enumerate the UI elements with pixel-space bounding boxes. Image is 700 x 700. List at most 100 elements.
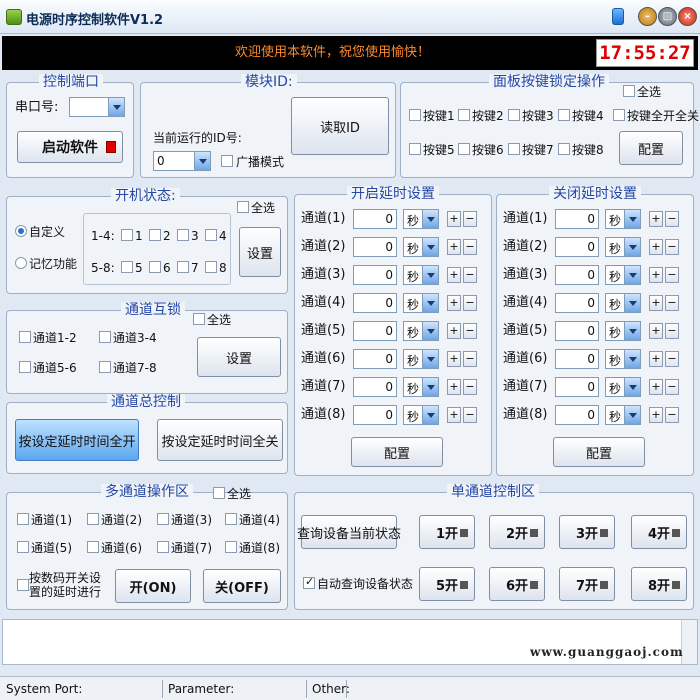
open-delay-ch3-input[interactable]: 0 — [353, 265, 397, 285]
open-delay-ch2-plus-button[interactable]: + — [447, 239, 461, 255]
ch3-on-button[interactable]: 3开 — [559, 515, 615, 549]
open-delay-ch7-input[interactable]: 0 — [353, 377, 397, 397]
close-delay-ch5-minus-button[interactable]: − — [665, 323, 679, 339]
interlock-set-button[interactable]: 设置 — [197, 337, 281, 377]
open-delay-ch6-unit-select[interactable]: 秒 — [403, 349, 439, 369]
key-all-open-checkbox[interactable] — [613, 109, 625, 121]
broadcast-checkbox[interactable] — [221, 155, 233, 167]
power-ch7-checkbox[interactable] — [177, 261, 189, 273]
ch8-on-button[interactable]: 8开 — [631, 567, 687, 601]
open-delay-ch2-unit-select[interactable]: 秒 — [403, 237, 439, 257]
ch7-on-button[interactable]: 7开 — [559, 567, 615, 601]
close-delay-ch5-unit-select[interactable]: 秒 — [605, 321, 641, 341]
interlock-34-checkbox[interactable] — [99, 331, 111, 343]
memory-radio[interactable] — [15, 257, 27, 269]
open-delay-ch1-minus-button[interactable]: − — [463, 211, 477, 227]
dip-delay-checkbox[interactable] — [17, 579, 29, 591]
open-delay-ch6-minus-button[interactable]: − — [463, 351, 477, 367]
close-delay-ch8-plus-button[interactable]: + — [649, 407, 663, 423]
multi-ch5-checkbox[interactable] — [17, 541, 29, 553]
key8-checkbox[interactable] — [558, 143, 570, 155]
read-id-button[interactable]: 读取ID — [291, 97, 389, 155]
open-delay-ch5-minus-button[interactable]: − — [463, 323, 477, 339]
id-select[interactable]: 0 — [153, 151, 211, 171]
close-delay-ch8-unit-select[interactable]: 秒 — [605, 405, 641, 425]
close-delay-ch7-plus-button[interactable]: + — [649, 379, 663, 395]
query-status-button[interactable]: 查询设备当前状态 — [297, 515, 401, 549]
ch1-on-button[interactable]: 1开 — [419, 515, 475, 549]
ch4-on-button[interactable]: 4开 — [631, 515, 687, 549]
all-off-button[interactable]: 按设定延时时间全关 — [157, 419, 283, 461]
power-ch2-checkbox[interactable] — [149, 229, 161, 241]
key1-checkbox[interactable] — [409, 109, 421, 121]
open-delay-ch3-plus-button[interactable]: + — [447, 267, 461, 283]
open-delay-ch2-input[interactable]: 0 — [353, 237, 397, 257]
open-delay-ch7-minus-button[interactable]: − — [463, 379, 477, 395]
close-delay-ch1-plus-button[interactable]: + — [649, 211, 663, 227]
open-delay-ch5-plus-button[interactable]: + — [447, 323, 461, 339]
open-delay-config-button[interactable]: 配置 — [351, 437, 443, 467]
close-delay-ch7-minus-button[interactable]: − — [665, 379, 679, 395]
close-delay-ch2-unit-select[interactable]: 秒 — [605, 237, 641, 257]
interlock-all-checkbox[interactable] — [193, 313, 205, 325]
close-delay-ch2-minus-button[interactable]: − — [665, 239, 679, 255]
close-delay-ch6-minus-button[interactable]: − — [665, 351, 679, 367]
open-delay-ch3-minus-button[interactable]: − — [463, 267, 477, 283]
power-set-button[interactable]: 设置 — [239, 227, 281, 277]
open-delay-ch3-unit-select[interactable]: 秒 — [403, 265, 439, 285]
power-ch6-checkbox[interactable] — [149, 261, 161, 273]
port-select[interactable] — [69, 97, 125, 117]
auto-query-checkbox[interactable] — [303, 575, 315, 589]
close-delay-ch3-unit-select[interactable]: 秒 — [605, 265, 641, 285]
panel-all-checkbox[interactable] — [623, 85, 635, 97]
multi-ch2-checkbox[interactable] — [87, 513, 99, 525]
key2-checkbox[interactable] — [458, 109, 470, 121]
multi-ch8-checkbox[interactable] — [225, 541, 237, 553]
key4-checkbox[interactable] — [558, 109, 570, 121]
power-all-checkbox[interactable] — [237, 201, 249, 213]
key5-checkbox[interactable] — [409, 143, 421, 155]
close-delay-config-button[interactable]: 配置 — [553, 437, 645, 467]
close-delay-ch5-plus-button[interactable]: + — [649, 323, 663, 339]
multi-off-button[interactable]: 关(OFF) — [203, 569, 281, 603]
open-delay-ch4-minus-button[interactable]: − — [463, 295, 477, 311]
open-delay-ch5-unit-select[interactable]: 秒 — [403, 321, 439, 341]
open-delay-ch6-plus-button[interactable]: + — [447, 351, 461, 367]
ch6-on-button[interactable]: 6开 — [489, 567, 545, 601]
ch5-on-button[interactable]: 5开 — [419, 567, 475, 601]
key6-checkbox[interactable] — [458, 143, 470, 155]
multi-ch4-checkbox[interactable] — [225, 513, 237, 525]
open-delay-ch5-input[interactable]: 0 — [353, 321, 397, 341]
close-delay-ch2-plus-button[interactable]: + — [649, 239, 663, 255]
key7-checkbox[interactable] — [508, 143, 520, 155]
close-delay-ch1-input[interactable]: 0 — [555, 209, 599, 229]
open-delay-ch7-plus-button[interactable]: + — [447, 379, 461, 395]
open-delay-ch8-unit-select[interactable]: 秒 — [403, 405, 439, 425]
custom-radio[interactable] — [15, 225, 27, 237]
power-ch4-checkbox[interactable] — [205, 229, 217, 241]
close-delay-ch3-minus-button[interactable]: − — [665, 267, 679, 283]
close-delay-ch4-minus-button[interactable]: − — [665, 295, 679, 311]
power-ch5-checkbox[interactable] — [121, 261, 133, 273]
minimize-button[interactable]: – — [638, 7, 657, 26]
interlock-78-checkbox[interactable] — [99, 361, 111, 373]
multi-ch1-checkbox[interactable] — [17, 513, 29, 525]
multi-ch7-checkbox[interactable] — [157, 541, 169, 553]
open-delay-ch8-plus-button[interactable]: + — [447, 407, 461, 423]
interlock-12-checkbox[interactable] — [19, 331, 31, 343]
open-delay-ch4-unit-select[interactable]: 秒 — [403, 293, 439, 313]
power-ch1-checkbox[interactable] — [121, 229, 133, 241]
close-delay-ch8-input[interactable]: 0 — [555, 405, 599, 425]
open-delay-ch2-minus-button[interactable]: − — [463, 239, 477, 255]
open-delay-ch8-input[interactable]: 0 — [353, 405, 397, 425]
panel-config-button[interactable]: 配置 — [619, 131, 683, 165]
all-on-button[interactable]: 按设定延时时间全开 — [15, 419, 139, 461]
open-delay-ch4-input[interactable]: 0 — [353, 293, 397, 313]
close-delay-ch7-unit-select[interactable]: 秒 — [605, 377, 641, 397]
key3-checkbox[interactable] — [508, 109, 520, 121]
close-delay-ch1-unit-select[interactable]: 秒 — [605, 209, 641, 229]
close-delay-ch1-minus-button[interactable]: − — [665, 211, 679, 227]
interlock-56-checkbox[interactable] — [19, 361, 31, 373]
pin-icon[interactable] — [612, 8, 624, 25]
close-delay-ch3-input[interactable]: 0 — [555, 265, 599, 285]
